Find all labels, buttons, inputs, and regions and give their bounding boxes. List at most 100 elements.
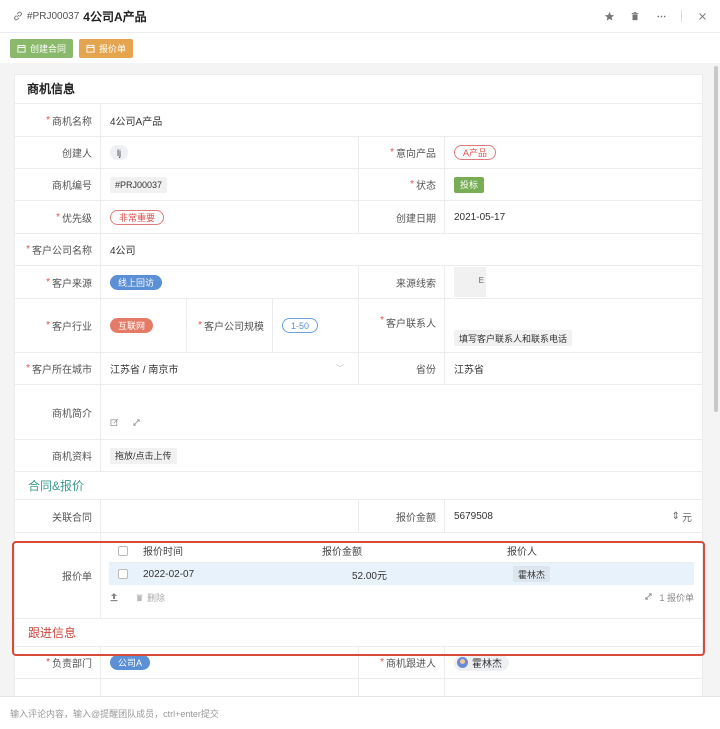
comment-input[interactable]: 输入评论内容，输入@提醒团队成员，ctrl+enter提交 (0, 696, 720, 729)
row-source: * 客户来源 线上回访 来源线索 E (15, 266, 702, 299)
files-upload[interactable]: 拖放/点击上传 (101, 440, 702, 471)
name-label: * 商机名称 (15, 104, 101, 136)
dept-tag: 公司A (110, 655, 151, 670)
content-area[interactable]: 商机信息 * 商机名称 4公司A产品 创建人 lj * 意向产品 A产品 商机编号 … (0, 63, 720, 696)
create-contract-button[interactable]: 创建合同 (10, 38, 74, 58)
edit-icon[interactable] (110, 418, 120, 428)
opportunity-card: 商机信息 * 商机名称 4公司A产品 创建人 lj * 意向产品 A产品 商机编号 … (14, 74, 703, 696)
scale-tag: 1-50 (282, 318, 319, 333)
follow-section-title: 跟进信息 (15, 619, 702, 647)
number-tag: #PRJ00037 (110, 176, 168, 193)
follower-value[interactable]: 霍林杰 (445, 647, 702, 678)
source-tag: 线上回访 (110, 274, 163, 290)
product-value[interactable]: A产品 (445, 137, 702, 168)
intro-label: 商机简介 (15, 385, 101, 439)
lead-tag: E (454, 267, 486, 297)
more-icon[interactable] (655, 10, 667, 22)
quote-table: 报价时间 报价金额 报价人 2022-02-07 52.00元 霍林杰 (109, 539, 694, 585)
city-label: * 客户所在城市 (15, 353, 101, 384)
scrollbar[interactable] (714, 66, 718, 412)
status-label: * 状态 (359, 169, 445, 200)
number-label: 商机编号 (15, 169, 101, 200)
select-all-checkbox[interactable] (118, 545, 128, 556)
status-badge: 投标 (454, 176, 485, 193)
row-person: 霍林杰 (507, 566, 694, 582)
related-contract-label: 关联合同 (15, 500, 101, 532)
product-tag: A产品 (454, 145, 497, 160)
quote-count: 1 报价单 (644, 591, 694, 604)
header-amount: 报价金额 (322, 547, 362, 558)
creator-label: 创建人 (15, 137, 101, 168)
related-contract-value[interactable] (101, 500, 359, 532)
title-bar: #PRJ00037 4公司A产品 (0, 0, 720, 33)
project-code: #PRJ00037 (27, 10, 80, 22)
row-dept: * 负责部门 公司A * 商机跟进人 霍林杰 (15, 647, 702, 679)
quote-table-footer: 删除 1 报价单 (101, 585, 702, 609)
avatar (457, 657, 468, 668)
header-person: 报价人 (507, 547, 537, 558)
row-priority: * 优先级 非常重要 创建日期 2021-05-17 (15, 201, 702, 234)
link-icon (14, 11, 22, 21)
priority-value[interactable]: 非常重要 (101, 201, 359, 233)
contract-section-title: 合同&报价 (15, 472, 702, 500)
row-number: 商机编号 #PRJ00037 * 状态 投标 (15, 169, 702, 201)
row-date: 2022-02-07 (143, 568, 195, 580)
upload-button[interactable]: 拖放/点击上传 (110, 447, 177, 464)
source-label: * 客户来源 (15, 266, 101, 298)
chevron-down-icon: ﹀ (336, 364, 344, 373)
quote-button[interactable]: 报价单 (79, 38, 134, 58)
upload-icon[interactable] (109, 592, 119, 602)
status-value[interactable]: 投标 (445, 169, 702, 200)
row-amount: 52.00元 (351, 570, 387, 582)
amount-stepper[interactable]: ⇕ 元 (672, 509, 692, 524)
created-date-value: 2021-05-17 (454, 211, 506, 223)
close-icon[interactable] (696, 10, 708, 22)
dept-value[interactable]: 公司A (101, 647, 359, 678)
priority-tag: 非常重要 (110, 209, 165, 225)
contact-value[interactable]: 填写客户联系人和联系电话 (445, 299, 702, 352)
lead-label: 来源线索 (359, 266, 445, 298)
delete-button[interactable]: 删除 (147, 591, 165, 604)
row-quote: 报价单 报价时间 报价金额 报价人 2022-02-07 52.00元 霍林杰 (15, 533, 702, 619)
amount-input[interactable]: 5679508 ⇕ 元 (445, 500, 702, 532)
follower-tag: 霍林杰 (454, 654, 509, 671)
star-icon[interactable] (603, 10, 615, 22)
quote-table-wrap: 报价时间 报价金额 报价人 2022-02-07 52.00元 霍林杰 删除 1… (101, 533, 702, 618)
created-date-label: 创建日期 (359, 201, 445, 233)
divider (681, 10, 682, 22)
table-row[interactable]: 2022-02-07 52.00元 霍林杰 (109, 563, 694, 585)
scale-value[interactable]: 1-50 (273, 299, 359, 352)
priority-label: * 优先级 (15, 201, 101, 233)
trash-icon (136, 594, 143, 601)
page-title: 4公司A产品 (83, 9, 147, 24)
row-name: * 商机名称 4公司A产品 (15, 104, 702, 137)
row-contract: 关联合同 报价金额 5679508 ⇕ 元 (15, 500, 702, 533)
industry-label: * 客户行业 (15, 299, 101, 352)
number-value: #PRJ00037 (101, 169, 359, 200)
industry-value[interactable]: 互联网 (101, 299, 187, 352)
expand-icon[interactable] (644, 592, 653, 603)
quote-table-header: 报价时间 报价金额 报价人 (109, 539, 694, 563)
expand-icon[interactable] (132, 418, 142, 428)
row-city: * 客户所在城市 江苏省 / 南京市 ﹀ 省份 江苏省 (15, 353, 702, 385)
company-label: * 客户公司名称 (15, 234, 101, 265)
row-checkbox[interactable] (118, 569, 128, 579)
quote-label: 报价单 (15, 533, 101, 618)
industry-tag: 互联网 (110, 318, 154, 333)
lead-value[interactable]: E (445, 266, 702, 298)
action-toolbar: 创建合同 报价单 (0, 33, 720, 63)
intro-editor[interactable] (101, 385, 702, 439)
card-title: 商机信息 (15, 75, 702, 104)
amount-label: 报价金额 (359, 500, 445, 532)
source-value[interactable]: 线上回访 (101, 266, 359, 298)
trash-icon[interactable] (629, 10, 641, 22)
dept-label: * 负责部门 (15, 647, 101, 678)
name-value[interactable]: 4公司A产品 (101, 104, 702, 136)
row-company: * 客户公司名称 4公司 (15, 234, 702, 266)
company-value[interactable]: 4公司 (101, 234, 702, 265)
city-select[interactable]: 江苏省 / 南京市 ﹀ (101, 353, 359, 384)
header-date: 报价时间 (143, 547, 183, 558)
contact-placeholder: 填写客户联系人和联系电话 (454, 330, 573, 346)
creator-value[interactable]: lj (101, 137, 359, 168)
row-next (15, 679, 702, 696)
